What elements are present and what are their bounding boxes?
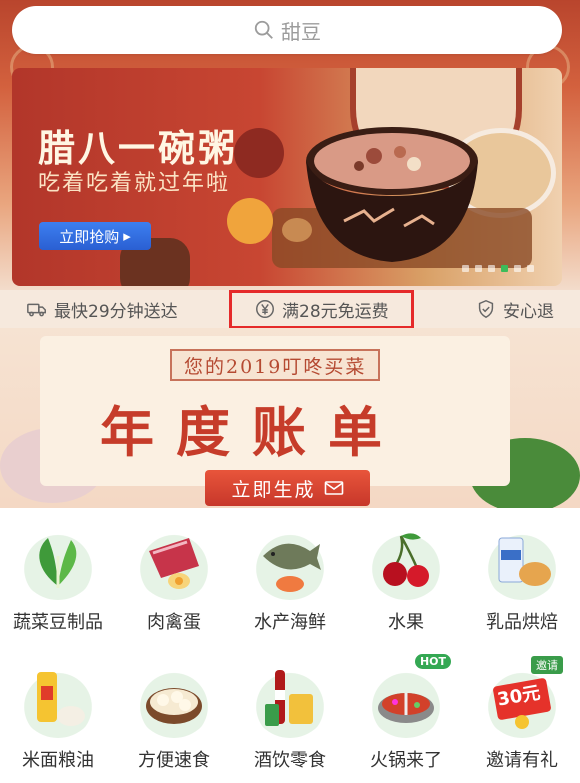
generate-report-label: 立即生成 (231, 478, 316, 501)
banner-title: 腊八一碗粥 (38, 126, 238, 170)
category-drinks-snacks[interactable]: 酒饮零食 (232, 646, 348, 783)
category-label: 酒饮零食 (254, 749, 326, 771)
shield-check-icon (478, 299, 494, 319)
category-label: 米面粮油 (22, 749, 94, 771)
dumpling-icon (135, 659, 213, 738)
category-label: 肉禽蛋 (147, 612, 201, 633)
carousel-dot[interactable] (527, 265, 534, 272)
category-label: 乳品烘焙 (486, 612, 558, 633)
search-placeholder: 甜豆 (281, 19, 321, 44)
orange-image (227, 198, 273, 244)
envelope-icon (324, 481, 343, 495)
hotpot-icon: HOT (367, 653, 451, 738)
category-instant-food[interactable]: 方便速食 (116, 646, 232, 783)
report-headline: 年度账单 (100, 400, 404, 464)
hot-badge: HOT (414, 653, 451, 669)
buy-now-label: 立即抢购 (59, 227, 120, 246)
category-seafood[interactable]: 水产海鲜 (232, 508, 348, 646)
rice-oil-icon (19, 659, 97, 738)
meat-egg-icon (135, 522, 213, 600)
carousel-dot[interactable] (514, 265, 521, 272)
carousel-dot[interactable] (475, 265, 482, 272)
promo-banner[interactable]: 腊八一碗粥 吃着吃着就过年啦 立即抢购 ▸ (12, 68, 562, 286)
feature-label: 最快29分钟送达 (54, 301, 178, 322)
feature-free-shipping: 满28元免运费 (229, 289, 414, 329)
feature-label: 满28元免运费 (282, 301, 389, 322)
search-icon (254, 20, 273, 39)
porridge-bowl-image (306, 127, 478, 262)
category-label: 火锅来了 (370, 749, 442, 771)
category-label: 蔬菜豆制品 (13, 612, 103, 633)
feature-fast-delivery: 最快29分钟送达 (26, 297, 178, 322)
category-invite-reward[interactable]: 30元 邀请 邀请有礼 (464, 646, 580, 783)
chestnut-image (282, 218, 312, 242)
yen-coin-icon (256, 300, 274, 318)
coupon-gift-icon: 30元 邀请 (483, 655, 563, 738)
carousel-indicator[interactable] (462, 265, 534, 272)
feature-safe-refund: 安心退 (475, 297, 554, 322)
invite-badge: 邀请 (531, 655, 563, 674)
feature-label: 安心退 (503, 301, 554, 322)
milk-bread-icon (483, 522, 561, 600)
category-hotpot[interactable]: HOT 火锅来了 (348, 646, 464, 783)
carousel-dot-active[interactable] (501, 265, 508, 272)
category-label: 邀请有礼 (486, 749, 558, 771)
category-label: 方便速食 (138, 749, 210, 771)
drink-snack-icon (251, 659, 329, 738)
cherry-fruit-icon (367, 522, 445, 600)
fish-seafood-icon (251, 522, 329, 600)
bean-bowl-image (234, 128, 284, 178)
category-grid: 蔬菜豆制品 肉禽蛋 水产海鲜 水果 乳品烘焙 米面粮油 方便速食 酒饮零食 HO… (0, 508, 580, 783)
category-fruit[interactable]: 水果 (348, 508, 464, 646)
service-features: 最快29分钟送达 满28元免运费 安心退 (0, 289, 580, 329)
annual-report-banner[interactable]: 您的2019叮咚买菜 年度账单 立即生成 (0, 328, 580, 508)
carousel-dot[interactable] (488, 265, 495, 272)
category-meat-eggs[interactable]: 肉禽蛋 (116, 508, 232, 646)
generate-report-button[interactable]: 立即生成 (205, 470, 370, 506)
category-dairy-bakery[interactable]: 乳品烘焙 (464, 508, 580, 646)
category-label: 水果 (388, 612, 424, 633)
delivery-truck-icon (27, 303, 46, 317)
carousel-dot[interactable] (462, 265, 469, 272)
vegetable-icon (19, 522, 97, 600)
report-tagline: 您的2019叮咚买菜 (170, 349, 381, 381)
category-label: 水产海鲜 (254, 612, 326, 633)
category-rice-oil[interactable]: 米面粮油 (0, 646, 116, 783)
search-bar[interactable]: 甜豆 (12, 6, 562, 54)
chevron-right-icon: ▸ (123, 227, 131, 245)
buy-now-button[interactable]: 立即抢购 ▸ (39, 222, 151, 250)
category-vegetables[interactable]: 蔬菜豆制品 (0, 508, 116, 646)
banner-subtitle: 吃着吃着就过年啦 (38, 171, 231, 196)
